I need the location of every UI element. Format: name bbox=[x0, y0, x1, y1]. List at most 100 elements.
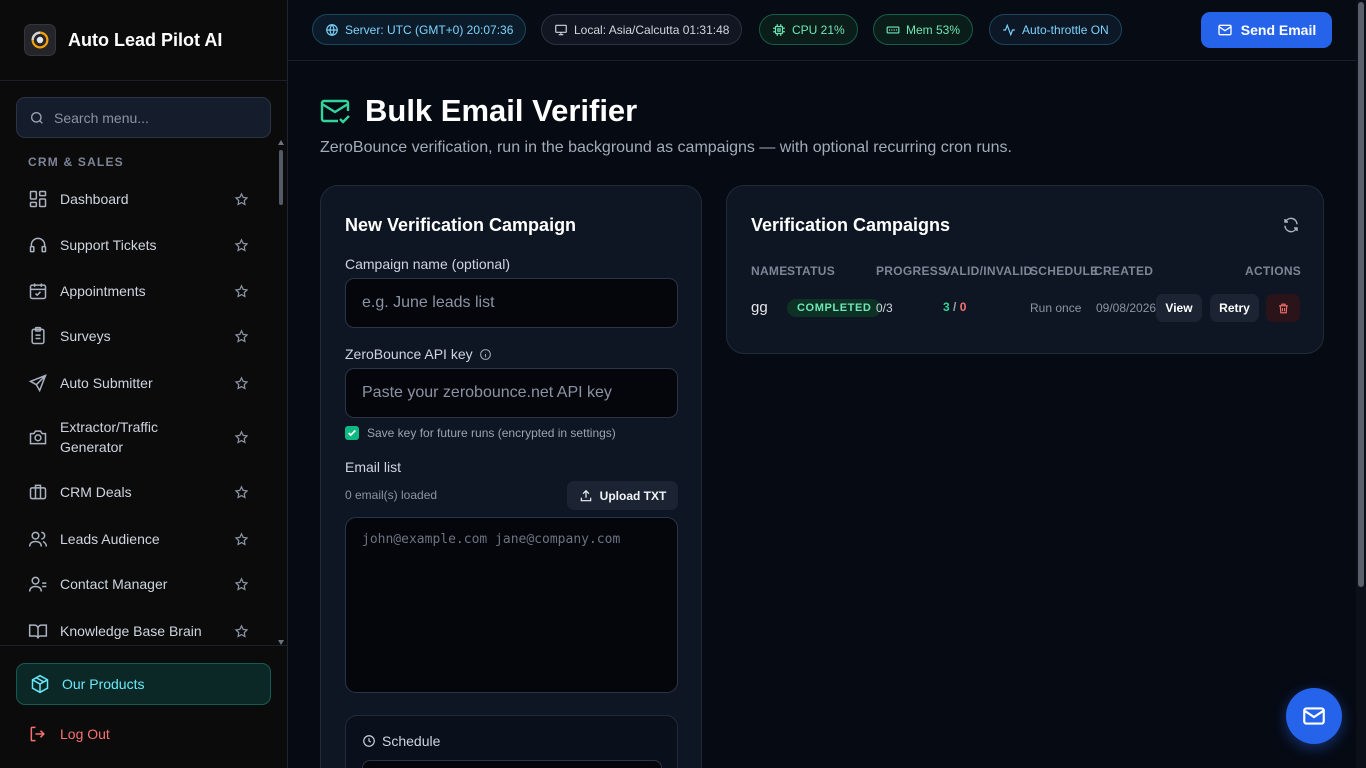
search-input[interactable] bbox=[54, 109, 254, 126]
users-icon bbox=[28, 531, 48, 547]
sidebar-footer: Our Products Log Out bbox=[0, 645, 287, 768]
column-header-progress: PROGRESS bbox=[876, 264, 947, 278]
memory-text: Mem 53% bbox=[906, 22, 961, 37]
save-key-row: Save key for future runs (encrypted in s… bbox=[345, 426, 616, 440]
send-icon bbox=[28, 374, 47, 393]
star-icon[interactable] bbox=[234, 531, 249, 547]
sidebar: Auto Lead Pilot AI CRM & SALES Dashboard… bbox=[0, 0, 288, 768]
cpu-text: CPU 21% bbox=[792, 22, 845, 37]
refresh-icon[interactable] bbox=[1282, 216, 1300, 234]
valid-invalid-separator: / bbox=[953, 300, 957, 314]
auto-throttle-chip[interactable]: Auto-throttle ON bbox=[989, 14, 1122, 45]
clock-icon bbox=[363, 735, 375, 747]
column-header-created: CREATED bbox=[1094, 264, 1154, 278]
star-icon[interactable] bbox=[234, 283, 249, 299]
cpu-icon bbox=[773, 23, 785, 36]
sidebar-scrollbar[interactable] bbox=[277, 140, 285, 645]
dashboard-icon bbox=[29, 190, 47, 208]
page-scroll-thumb[interactable] bbox=[1358, 2, 1364, 587]
schedule-select[interactable] bbox=[362, 760, 662, 768]
sidebar-item-label: Dashboard bbox=[60, 191, 129, 207]
email-list-textarea[interactable] bbox=[345, 517, 678, 693]
api-key-label-text: ZeroBounce API key bbox=[345, 346, 473, 362]
api-key-input[interactable] bbox=[345, 368, 678, 418]
campaign-schedule: Run once bbox=[1030, 301, 1082, 315]
auto-throttle-text: Auto-throttle ON bbox=[1022, 22, 1109, 37]
sidebar-item-label: Auto Submitter bbox=[60, 375, 153, 391]
sidebar-item-auto-submitter[interactable]: Auto Submitter bbox=[16, 372, 272, 394]
column-header-actions: ACTIONS bbox=[1245, 264, 1302, 278]
section-label-crm: CRM & SALES bbox=[28, 155, 124, 169]
star-icon[interactable] bbox=[234, 237, 249, 253]
clipboard-icon bbox=[31, 326, 45, 345]
star-icon[interactable] bbox=[234, 576, 249, 592]
star-icon[interactable] bbox=[234, 484, 249, 500]
scroll-thumb[interactable] bbox=[279, 150, 283, 205]
menu-search[interactable] bbox=[16, 97, 271, 138]
logout-label: Log Out bbox=[60, 726, 110, 742]
delete-button[interactable] bbox=[1266, 294, 1300, 322]
star-icon[interactable] bbox=[234, 328, 249, 344]
sidebar-item-label: Appointments bbox=[60, 283, 146, 299]
trash-icon bbox=[1278, 303, 1288, 313]
sidebar-item-label: Support Tickets bbox=[60, 237, 157, 253]
sidebar-item-support-tickets[interactable]: Support Tickets bbox=[16, 234, 272, 256]
compose-mail-fab[interactable] bbox=[1286, 688, 1342, 744]
schedule-label: Schedule bbox=[382, 733, 441, 749]
book-icon bbox=[28, 624, 48, 639]
campaign-name-label: Campaign name (optional) bbox=[345, 256, 510, 272]
retry-button[interactable]: Retry bbox=[1210, 294, 1259, 322]
server-time-text: Server: UTC (GMT+0) 20:07:36 bbox=[345, 22, 514, 37]
new-campaign-heading: New Verification Campaign bbox=[345, 215, 577, 235]
sidebar-item-crm-deals[interactable]: CRM Deals bbox=[16, 481, 272, 503]
sidebar-item-label: Contact Manager bbox=[60, 576, 168, 592]
sidebar-item-label: Leads Audience bbox=[60, 531, 160, 547]
cpu-chip: CPU 21% bbox=[759, 14, 858, 45]
activity-icon bbox=[1003, 23, 1015, 36]
brand-header[interactable]: Auto Lead Pilot AI bbox=[0, 0, 287, 81]
brand-title: Auto Lead Pilot AI bbox=[68, 29, 223, 50]
api-key-label: ZeroBounce API key bbox=[345, 346, 492, 362]
campaign-name-label-text: Campaign name (optional) bbox=[345, 256, 510, 272]
scroll-up-icon[interactable] bbox=[278, 140, 284, 145]
globe-icon bbox=[326, 23, 338, 36]
page-title: Bulk Email Verifier bbox=[365, 93, 638, 128]
sidebar-item-contact-manager[interactable]: Contact Manager bbox=[16, 573, 272, 595]
our-products-label: Our Products bbox=[62, 676, 145, 692]
view-button[interactable]: View bbox=[1156, 294, 1202, 322]
our-products-button[interactable]: Our Products bbox=[16, 663, 271, 705]
column-header-valid-invalid: VALID/INVALID bbox=[943, 264, 1033, 278]
upload-txt-button[interactable]: Upload TXT bbox=[567, 481, 678, 510]
sidebar-item-knowledge-base[interactable]: Knowledge Base Brain bbox=[16, 620, 272, 642]
page-subtitle: ZeroBounce verification, run in the back… bbox=[320, 139, 1012, 156]
info-icon[interactable] bbox=[479, 348, 492, 361]
calendar-icon bbox=[29, 283, 47, 300]
star-icon[interactable] bbox=[234, 623, 249, 639]
star-icon[interactable] bbox=[234, 375, 249, 391]
campaign-name: gg bbox=[751, 299, 768, 316]
status-badge: COMPLETED bbox=[787, 299, 882, 317]
sidebar-item-surveys[interactable]: Surveys bbox=[16, 325, 272, 347]
sidebar-item-label: Extractor/Traffic Generator bbox=[60, 419, 159, 455]
valid-count: 3 bbox=[943, 300, 950, 314]
contacts-icon bbox=[28, 576, 47, 592]
star-icon[interactable] bbox=[234, 191, 249, 207]
campaign-name-input[interactable] bbox=[345, 278, 678, 328]
new-campaign-card: New Verification Campaign Campaign name … bbox=[320, 185, 702, 768]
sidebar-item-extractor[interactable]: Extractor/Traffic Generator bbox=[16, 416, 272, 458]
sidebar-item-leads-audience[interactable]: Leads Audience bbox=[16, 528, 272, 550]
top-bar: Server: UTC (GMT+0) 20:07:36 Local: Asia… bbox=[288, 0, 1366, 61]
star-icon[interactable] bbox=[234, 429, 249, 445]
sidebar-item-label: CRM Deals bbox=[60, 484, 132, 500]
page-scrollbar[interactable] bbox=[1356, 0, 1366, 768]
sidebar-item-appointments[interactable]: Appointments bbox=[16, 280, 272, 302]
logout-button[interactable]: Log Out bbox=[16, 721, 271, 747]
save-key-checkbox[interactable] bbox=[345, 426, 359, 440]
sidebar-item-dashboard[interactable]: Dashboard bbox=[16, 188, 272, 210]
mail-icon bbox=[1218, 24, 1232, 36]
local-time-chip: Local: Asia/Calcutta 01:31:48 bbox=[541, 14, 743, 45]
schedule-section: Schedule bbox=[345, 715, 678, 768]
package-icon bbox=[31, 674, 49, 694]
send-email-button[interactable]: Send Email bbox=[1201, 12, 1332, 48]
briefcase-icon bbox=[29, 484, 47, 500]
